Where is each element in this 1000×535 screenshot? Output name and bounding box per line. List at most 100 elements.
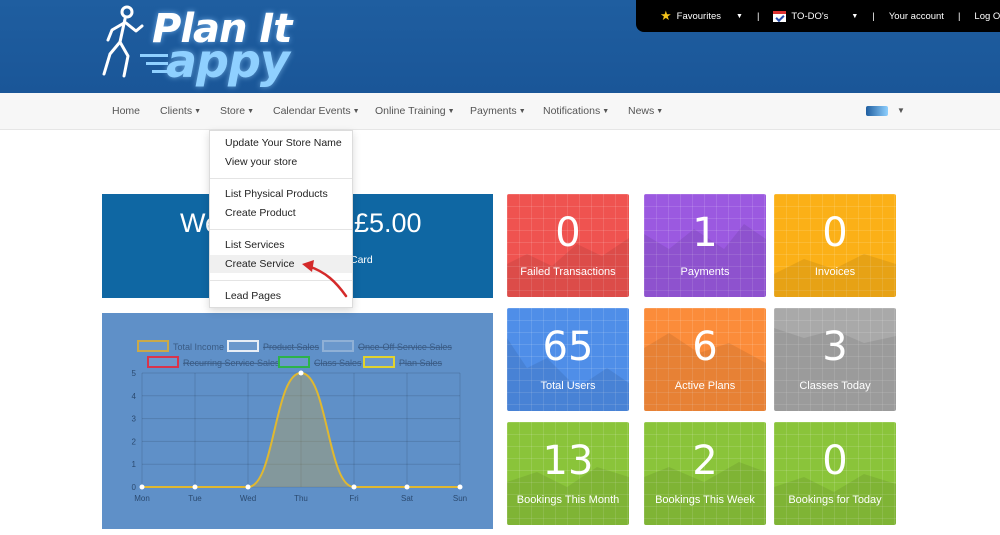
- stat-tile[interactable]: 2 Bookings This Week: [644, 422, 766, 525]
- todos-menu[interactable]: TO-DO's ▼: [773, 10, 859, 22]
- stat-tile[interactable]: 0 Invoices: [774, 194, 896, 297]
- annotation-arrow: [302, 260, 348, 298]
- nav-home[interactable]: Home: [112, 105, 140, 117]
- legend-swatch: [137, 340, 169, 352]
- logout-link[interactable]: Log Out: [974, 11, 1000, 22]
- star-icon: ★: [660, 8, 672, 23]
- menu-item-lead-pages[interactable]: Lead Pages: [225, 290, 281, 302]
- caret-down-icon: ▼: [518, 108, 526, 115]
- data-point: [298, 370, 304, 376]
- stat-tile[interactable]: 65 Total Users: [507, 308, 629, 411]
- tile-value: 6: [692, 324, 718, 370]
- stat-tile[interactable]: 3 Classes Today: [774, 308, 896, 411]
- legend-label: Total Income: [173, 342, 224, 352]
- sales-line-chart: Total Income Product Sales Once-Off Servic…: [132, 340, 467, 503]
- tile-label: Active Plans: [674, 380, 736, 392]
- runner-icon: [102, 5, 144, 78]
- tile-label: Bookings This Week: [655, 494, 755, 506]
- data-point: [404, 484, 410, 490]
- tile-value: 0: [822, 210, 848, 256]
- nav-calendar-events[interactable]: Calendar Events ▼: [273, 105, 360, 117]
- tile-value: 0: [555, 210, 581, 256]
- y-tick-label: 3: [132, 415, 137, 424]
- tile-label: Total Users: [540, 380, 596, 392]
- separator: |: [957, 10, 961, 22]
- caret-down-icon: ▼: [247, 108, 255, 115]
- nav-online-training[interactable]: Online Training ▼: [375, 105, 455, 117]
- chevron-down-icon[interactable]: ▼: [897, 106, 905, 115]
- main-nav: Home Clients ▼ Store ▼ Calendar Events ▼ On…: [0, 93, 1000, 130]
- balance-amount: £5.00: [354, 208, 422, 238]
- nav-notifications[interactable]: Notifications ▼: [543, 105, 609, 117]
- menu-item-view-store[interactable]: View your store: [225, 156, 297, 168]
- legend-label: Product Sales: [263, 342, 320, 352]
- speed-line: [146, 62, 168, 65]
- brand-logo-small[interactable]: [866, 106, 888, 116]
- chevron-down-icon: ▼: [851, 12, 859, 20]
- x-tick-label: Fri: [349, 494, 359, 503]
- tile-label: Invoices: [814, 266, 856, 278]
- y-tick-label: 4: [132, 392, 137, 401]
- logout-label: Log Out: [974, 10, 1000, 22]
- legend-label: Recurring Service Sales: [183, 358, 280, 368]
- plan-it-appy-logo[interactable]: Plan It appy: [100, 4, 350, 88]
- top-user-menu: ★ Favourites ▼ | TO-DO's ▼ | Your accoun…: [636, 0, 1000, 32]
- menu-item-update-store-name[interactable]: Update Your Store Name: [225, 137, 342, 149]
- data-point: [245, 484, 251, 490]
- account-link[interactable]: Your account: [889, 11, 944, 22]
- data-point: [192, 484, 198, 490]
- favourites-label: Favourites: [676, 10, 722, 22]
- stat-tile[interactable]: 1 Payments: [644, 194, 766, 297]
- data-point: [139, 484, 145, 490]
- tile-label: Classes Today: [799, 380, 871, 392]
- x-tick-label: Sun: [453, 494, 467, 503]
- menu-item-create-product[interactable]: Create Product: [225, 207, 296, 219]
- logo-text-line2: appy: [166, 34, 290, 88]
- account-label: Your account: [888, 10, 944, 22]
- x-tick-label: Sat: [401, 494, 414, 503]
- separator: |: [872, 10, 875, 22]
- separator: |: [756, 10, 760, 22]
- y-tick-label: 5: [132, 369, 137, 378]
- data-point: [457, 484, 463, 490]
- legend-swatch: [363, 356, 395, 368]
- menu-divider: [210, 229, 352, 230]
- legend-label: Plan Sales: [399, 358, 443, 368]
- y-tick-label: 1: [132, 460, 137, 469]
- tile-label: Bookings for Today: [788, 494, 882, 506]
- todos-label: TO-DO's: [791, 10, 829, 22]
- menu-item-list-physical-products[interactable]: List Physical Products: [225, 188, 328, 200]
- caret-down-icon: ▼: [602, 108, 610, 115]
- stat-tile[interactable]: 6 Active Plans: [644, 308, 766, 411]
- y-tick-label: 0: [132, 483, 137, 492]
- nav-store[interactable]: Store ▼: [220, 105, 254, 117]
- data-point: [351, 484, 357, 490]
- tile-value: 3: [822, 324, 848, 370]
- nav-news[interactable]: News ▼: [628, 105, 663, 117]
- stat-tile[interactable]: 0 Failed Transactions: [507, 194, 629, 297]
- nav-clients[interactable]: Clients ▼: [160, 105, 201, 117]
- legend-label: Class Sales: [314, 358, 362, 368]
- favourites-menu[interactable]: ★ Favourites ▼: [660, 8, 743, 24]
- legend-swatch: [147, 356, 179, 368]
- x-tick-label: Thu: [294, 494, 308, 503]
- menu-item-create-service[interactable]: Create Service: [225, 258, 294, 270]
- todo-calendar-icon: [773, 10, 787, 22]
- caret-down-icon: ▼: [352, 108, 360, 115]
- caret-down-icon: ▼: [194, 108, 202, 115]
- sales-chart-panel: Total Income Product Sales Once-Off Servic…: [102, 313, 493, 529]
- tile-value: 0: [822, 438, 848, 484]
- site-header: Plan It appy ★ Favourites ▼ | TO-DO's ▼ …: [0, 0, 1000, 93]
- y-tick-label: 2: [132, 437, 137, 446]
- menu-item-list-services[interactable]: List Services: [225, 239, 285, 251]
- stat-tile[interactable]: 13 Bookings This Month: [507, 422, 629, 525]
- chevron-down-icon: ▼: [736, 12, 743, 20]
- tile-value: 65: [542, 324, 594, 370]
- stat-tile[interactable]: 0 Bookings for Today: [774, 422, 896, 525]
- speed-line: [152, 70, 168, 73]
- nav-payments[interactable]: Payments ▼: [470, 105, 526, 117]
- caret-down-icon: ▼: [447, 108, 455, 115]
- x-tick-label: Tue: [188, 494, 202, 503]
- tile-label: Payments: [680, 266, 730, 278]
- speed-line: [140, 54, 168, 57]
